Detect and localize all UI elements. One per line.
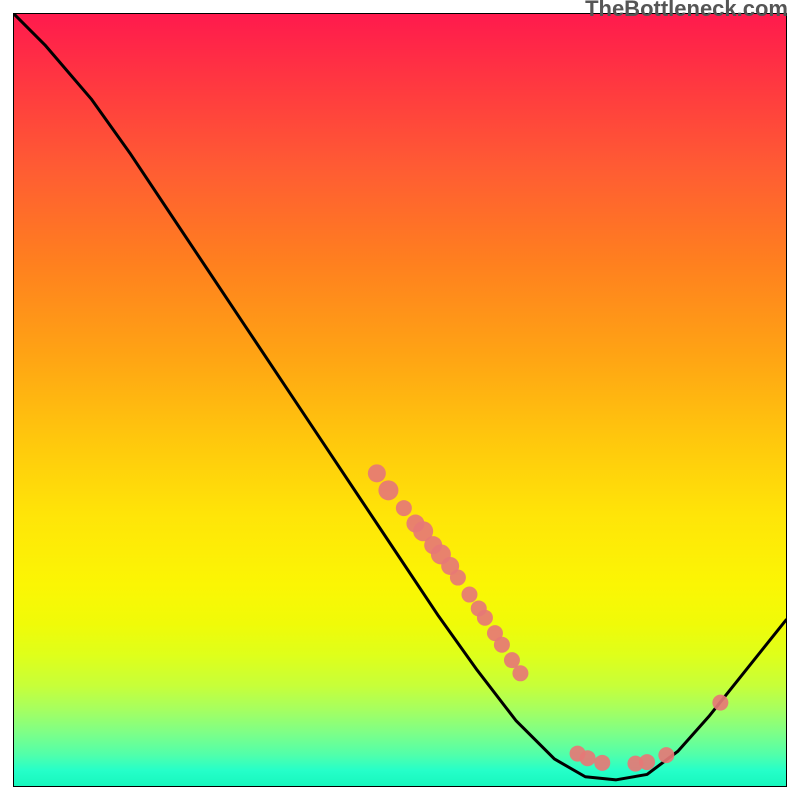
chart-stage: TheBottleneck.com [0,0,800,800]
gradient-background [14,14,786,786]
attribution-text: TheBottleneck.com [585,0,788,22]
